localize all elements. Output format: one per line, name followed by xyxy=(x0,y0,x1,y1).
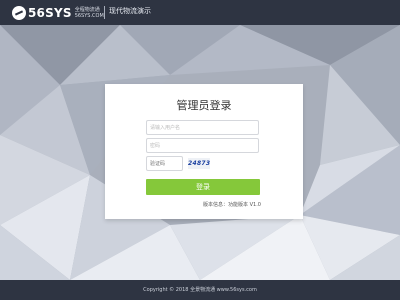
captcha-input[interactable] xyxy=(146,156,183,171)
login-button[interactable]: 登录 xyxy=(146,179,260,195)
password-input[interactable] xyxy=(146,138,259,153)
brand-logo[interactable]: 56SYS 全程物流通 56SYS.COM xyxy=(12,4,104,21)
system-name: 现代物流演示 xyxy=(109,7,151,15)
version-info: 版本信息：功能版本 V1.0 xyxy=(203,201,261,208)
version-value: 功能版本 V1.0 xyxy=(228,202,261,208)
footer: Copyright © 2018 全景物流通 www.56sys.com xyxy=(0,280,400,300)
logo-subtitle: 全程物流通 56SYS.COM xyxy=(75,7,104,19)
logo-sub-bottom: 56SYS.COM xyxy=(74,12,104,19)
login-panel: 管理员登录 24873 登录 版本信息：功能版本 V1.0 xyxy=(105,84,303,219)
top-bar: 56SYS 全程物流通 56SYS.COM 现代物流演示 xyxy=(0,0,400,25)
logo-icon xyxy=(12,5,26,20)
captcha-image[interactable]: 24873 xyxy=(188,158,210,169)
login-title: 管理员登录 xyxy=(176,99,232,112)
copyright-text: Copyright © 2018 全景物流通 www.56sys.com xyxy=(143,287,257,293)
logo-text: 56SYS xyxy=(28,5,72,20)
username-input[interactable] xyxy=(146,120,259,135)
version-label: 版本信息： xyxy=(203,202,229,208)
header-divider xyxy=(104,6,105,19)
